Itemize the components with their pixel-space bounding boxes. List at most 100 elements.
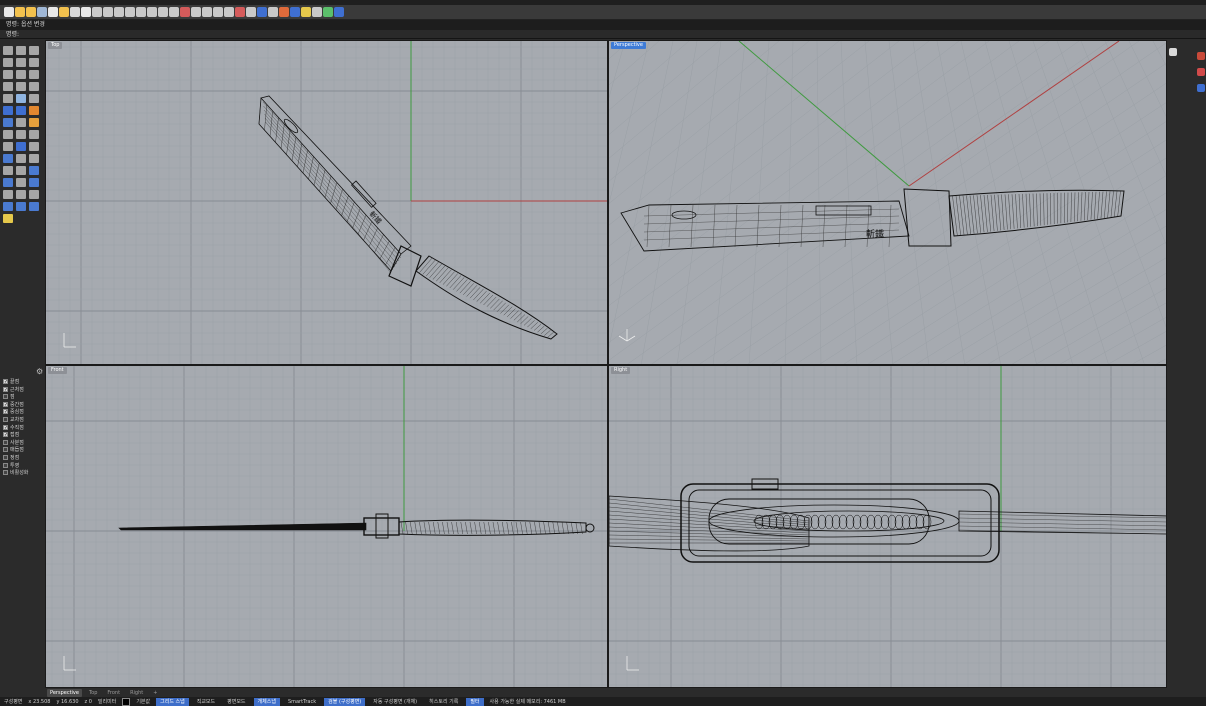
analyze-tool-icon[interactable] — [29, 202, 39, 211]
extrude-tool-icon[interactable] — [16, 118, 26, 127]
import-icon[interactable] — [48, 7, 58, 17]
shade-icon[interactable] — [246, 7, 256, 17]
viewport-layout-icon[interactable] — [180, 7, 190, 17]
layer-icon[interactable] — [312, 7, 322, 17]
sphere-tool-icon[interactable] — [16, 106, 26, 115]
box-tool-icon[interactable] — [3, 106, 13, 115]
print-icon[interactable] — [37, 7, 47, 17]
render-icon[interactable] — [268, 7, 278, 17]
solid-tool-icon[interactable] — [16, 142, 26, 151]
knife-wireframe-right[interactable] — [609, 478, 1167, 563]
curve-tool-icon[interactable] — [16, 58, 26, 67]
viewport-front[interactable]: Front — [45, 365, 608, 688]
viewport-title-top[interactable]: Top — [48, 42, 63, 49]
status-toggle-button[interactable]: SmartTrack — [284, 698, 320, 706]
osnap-item[interactable]: ✓ 중간점 — [3, 401, 24, 408]
viewport-perspective[interactable]: 斬鐵 Perspective — [608, 40, 1167, 365]
viewport-title-perspective[interactable]: Perspective — [611, 42, 646, 49]
surface-tool-icon[interactable] — [29, 106, 39, 115]
split-tool-icon[interactable] — [3, 154, 13, 163]
tab-front[interactable]: Front — [104, 689, 123, 697]
paste-icon[interactable] — [81, 7, 91, 17]
osnap-item[interactable]: ✓ 끝점 — [3, 378, 19, 385]
tab-right[interactable]: Right — [127, 689, 146, 697]
point-tool-icon[interactable] — [16, 46, 26, 55]
align-tool-icon[interactable] — [16, 190, 26, 199]
osnap-checkbox[interactable] — [3, 447, 8, 453]
point-icon[interactable] — [224, 7, 234, 17]
explode-tool-icon[interactable] — [3, 166, 13, 175]
mirror-tool-icon[interactable] — [29, 178, 39, 187]
osnap-item[interactable]: ✓ 접점 — [3, 431, 19, 438]
loft-tool-icon[interactable] — [3, 130, 13, 139]
current-layer[interactable]: 기본값 — [136, 698, 150, 705]
layer-swatch[interactable] — [122, 697, 131, 706]
light-icon[interactable] — [290, 7, 300, 17]
add-tab-button[interactable]: + — [150, 689, 160, 697]
help-icon[interactable] — [334, 7, 344, 17]
osnap-item[interactable]: ✓ 수직점 — [3, 424, 24, 431]
layers-icon[interactable] — [1197, 52, 1205, 60]
open-icon[interactable] — [15, 7, 25, 17]
hide-tool-icon[interactable] — [3, 202, 13, 211]
move-tool-icon[interactable] — [16, 166, 26, 175]
status-toggle-button[interactable]: 개체스냅 — [253, 697, 280, 706]
status-toggle-button[interactable]: 히스토리 기록 — [425, 698, 462, 706]
osnap-item[interactable]: ✓ 중심점 — [3, 408, 24, 415]
osnap-item[interactable]: 매듭점 — [3, 446, 24, 453]
redo-icon[interactable] — [103, 7, 113, 17]
osnap-checkbox[interactable] — [3, 394, 8, 400]
tab-perspective[interactable]: Perspective — [47, 688, 82, 697]
sweep-tool-icon[interactable] — [16, 130, 26, 139]
knife-wireframe-front[interactable] — [118, 513, 595, 539]
status-toggle-button[interactable]: 직교모드 — [193, 698, 219, 706]
offset-tool-icon[interactable] — [3, 94, 13, 103]
osnap-checkbox[interactable] — [3, 439, 8, 445]
polyline-tool-icon[interactable] — [29, 46, 39, 55]
status-toggle-button[interactable]: 그리드 스냅 — [156, 697, 189, 706]
viewport-front-canvas[interactable] — [46, 366, 608, 688]
osnap-checkbox[interactable] — [3, 462, 8, 468]
light-tool-icon[interactable] — [3, 214, 13, 223]
freeform-tool-icon[interactable] — [16, 82, 26, 91]
group-tool-icon[interactable] — [29, 190, 39, 199]
boolean-tool-icon[interactable] — [3, 142, 13, 151]
new-icon[interactable] — [4, 7, 14, 17]
osnap-checkbox[interactable]: ✓ — [3, 386, 8, 392]
osnap-item[interactable]: 교차점 — [3, 416, 24, 423]
osnap-checkbox[interactable]: ✓ — [3, 409, 8, 415]
command-prompt[interactable]: 명령: — [0, 30, 1206, 39]
join-tool-icon[interactable] — [29, 154, 39, 163]
gear-icon[interactable]: ⚙ — [36, 367, 43, 376]
knife-wireframe-top[interactable]: 斬鐵 — [258, 95, 558, 340]
zoom-icon[interactable] — [136, 7, 146, 17]
display-icon[interactable] — [1197, 68, 1205, 76]
set-view-icon[interactable] — [191, 7, 201, 17]
viewport-right[interactable]: Right — [608, 365, 1167, 688]
rotate-tool-icon[interactable] — [3, 178, 13, 187]
osnap-item[interactable]: ✓ 근처점 — [3, 386, 24, 393]
status-toggle-button[interactable]: 평면모드 — [223, 698, 249, 706]
properties-icon[interactable] — [1169, 48, 1177, 56]
trim-tool-icon[interactable] — [16, 154, 26, 163]
arc-tool-icon[interactable] — [3, 70, 13, 79]
line-tool-icon[interactable] — [3, 58, 13, 67]
status-toggle-button[interactable]: 자동 구성평면 (개체) — [369, 698, 421, 706]
lock-tool-icon[interactable] — [16, 202, 26, 211]
copy-icon[interactable] — [70, 7, 80, 17]
zoom-window-icon[interactable] — [147, 7, 157, 17]
select-icon[interactable] — [235, 7, 245, 17]
osnap-checkbox[interactable] — [3, 455, 8, 460]
osnap-checkbox[interactable]: ✓ — [3, 432, 8, 438]
save-icon[interactable] — [26, 7, 36, 17]
osnap-checkbox[interactable] — [3, 470, 8, 476]
polygon-tool-icon[interactable] — [3, 82, 13, 91]
select-tool-icon[interactable] — [3, 46, 13, 55]
color-icon[interactable] — [257, 7, 267, 17]
grid-icon[interactable] — [213, 7, 223, 17]
scale-tool-icon[interactable] — [16, 178, 26, 187]
array-tool-icon[interactable] — [3, 190, 13, 199]
help-icon[interactable] — [1197, 84, 1205, 92]
osnap-item[interactable]: 비활성화 — [3, 469, 28, 476]
viewport-top-canvas[interactable]: 斬鐵 — [46, 41, 608, 365]
